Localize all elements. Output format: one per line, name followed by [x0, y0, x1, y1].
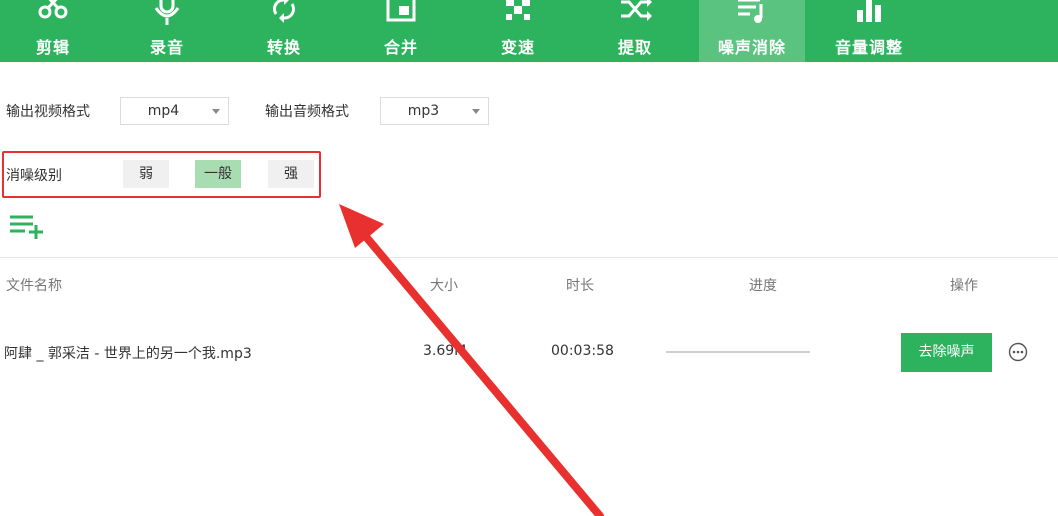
annotation-arrow [339, 204, 604, 516]
header-duration: 时长 [566, 278, 594, 294]
tool-record[interactable]: 录音 [114, 0, 220, 62]
tool-noise-reduction[interactable]: 噪声消除 [699, 0, 805, 62]
tool-speed[interactable]: 变速 [465, 0, 571, 62]
audio-format-label: 输出音频格式 [265, 104, 349, 120]
add-file-button[interactable] [9, 213, 45, 239]
header-action: 操作 [950, 278, 978, 294]
chevron-down-icon [472, 109, 480, 114]
tool-convert[interactable]: 转换 [231, 0, 337, 62]
extract-icon [613, 0, 657, 26]
remove-noise-button[interactable]: 去除噪声 [901, 333, 992, 372]
convert-icon [262, 0, 306, 26]
progress-bar [666, 351, 810, 353]
file-size: 3.69M [423, 343, 467, 359]
audio-format-value: mp3 [407, 103, 440, 119]
tool-merge-label: 合并 [383, 38, 418, 57]
tool-noise-reduction-label: 噪声消除 [717, 38, 786, 57]
tool-cut-label: 剪辑 [35, 38, 70, 57]
header-filename: 文件名称 [6, 278, 62, 294]
speed-icon [496, 0, 540, 26]
tool-extract-label: 提取 [617, 38, 652, 57]
tool-volume-label: 音量调整 [834, 38, 903, 57]
scissors-icon [31, 0, 75, 26]
header-size: 大小 [430, 278, 458, 294]
tool-speed-label: 变速 [500, 38, 535, 57]
video-format-label: 输出视频格式 [6, 104, 90, 120]
more-options-icon[interactable] [1008, 342, 1028, 362]
volume-icon [847, 0, 891, 26]
tool-extract[interactable]: 提取 [582, 0, 688, 62]
tool-record-label: 录音 [149, 38, 184, 57]
video-format-value: mp4 [147, 103, 180, 119]
tool-merge[interactable]: 合并 [348, 0, 454, 62]
table-divider [0, 257, 1058, 258]
header-progress: 进度 [749, 278, 777, 294]
tool-convert-label: 转换 [266, 38, 301, 57]
merge-icon [379, 0, 423, 26]
file-duration: 00:03:58 [551, 343, 614, 359]
audio-format-select[interactable]: mp3 [380, 97, 489, 125]
main-toolbar: 剪辑 录音 转换 合并 变速 提取 噪声消除 音量调整 [0, 0, 1058, 62]
microphone-icon [145, 0, 189, 26]
file-name: 阿肆 _ 郭采洁 - 世界上的另一个我.mp3 [4, 346, 252, 362]
noise-reduction-icon [730, 0, 774, 26]
tool-cut[interactable]: 剪辑 [0, 0, 106, 62]
chevron-down-icon [212, 109, 220, 114]
tool-volume[interactable]: 音量调整 [816, 0, 922, 62]
add-list-icon [10, 215, 43, 239]
annotation-highlight-box [2, 151, 321, 198]
video-format-select[interactable]: mp4 [120, 97, 229, 125]
